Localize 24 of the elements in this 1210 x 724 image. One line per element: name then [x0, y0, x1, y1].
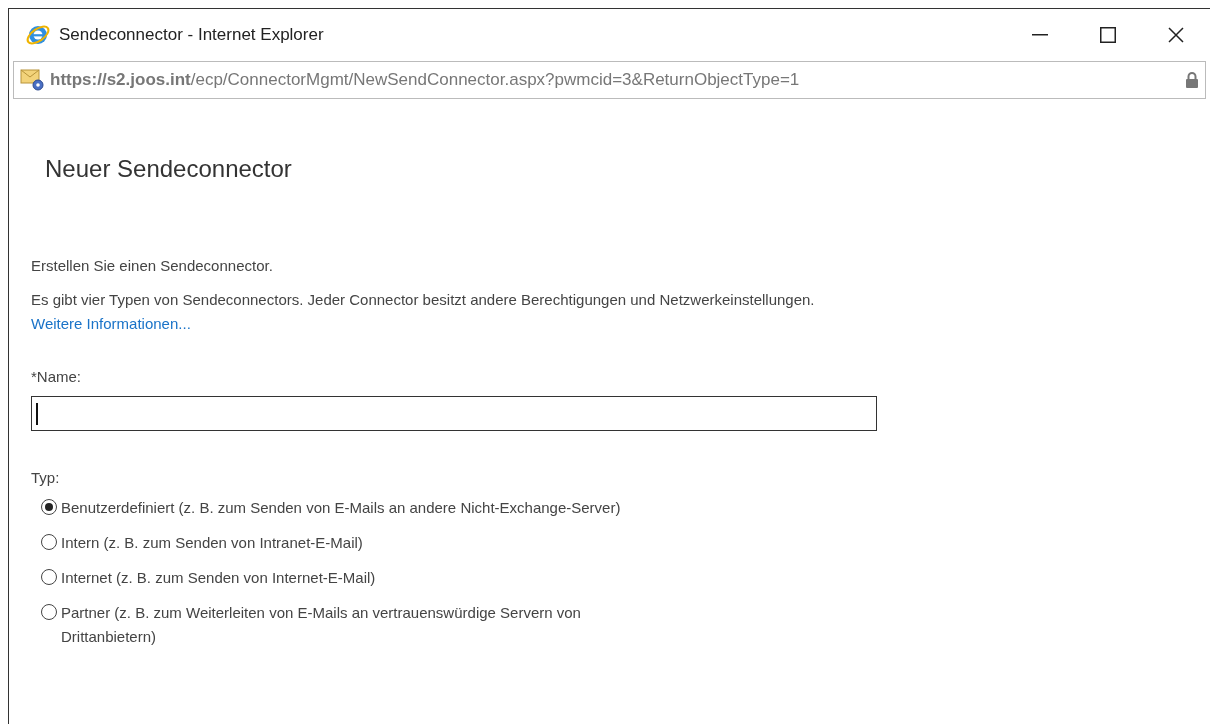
address-bar[interactable]: https://s2.joos.int/ecp/ConnectorMgmt/NewSendConnector.aspx?pwmcid=3&ReturnObjectType=1: [13, 61, 1206, 99]
more-info-link[interactable]: Weitere Informationen...: [31, 314, 191, 332]
lock-icon: [1185, 71, 1199, 89]
intro-text: Erstellen Sie einen Sendeconnector.: [31, 256, 274, 276]
radio-button[interactable]: [41, 603, 57, 620]
type-label: Typ:: [31, 468, 61, 488]
window-title: Sendeconnector - Internet Explorer: [59, 24, 324, 47]
radio-button[interactable]: [41, 568, 57, 585]
name-label: *Name:: [31, 366, 83, 387]
radio-label: Internet (z. B. zum Senden von Internet-E-Mail): [61, 567, 377, 588]
radio-button[interactable]: [41, 533, 57, 550]
radio-label: Partner (z. B. zum Weiterleiten von E-Mails an vertrauenswürdige Servern von Drittanbietern): [61, 602, 582, 647]
description-text: Es gibt vier Typen von Sendeconnectors. Jeder Connector besitzt andere Berechtigungen und Netzwerkeinstellungen. Weitere Informationen...: [31, 289, 816, 334]
text-cursor: [36, 402, 38, 425]
radio-label: Intern (z. B. zum Senden von Intranet-E-Mail): [61, 532, 364, 553]
radio-button[interactable]: [41, 498, 57, 515]
maximize-icon: [1100, 27, 1116, 43]
name-input-field[interactable]: [31, 396, 877, 431]
radio-label: Benutzerdefiniert (z. B. zum Senden von E-Mails an andere Nicht-Exchange-Server): [61, 497, 621, 518]
mail-gear-icon: [20, 68, 46, 92]
page-heading: Neuer Sendeconnector: [45, 154, 293, 184]
close-icon: [1168, 27, 1184, 43]
minimize-icon: [1032, 34, 1048, 36]
url-text: https://s2.joos.int/ecp/ConnectorMgmt/NewSendConnector.aspx?pwmcid=3&ReturnObjectType=1: [50, 69, 800, 92]
